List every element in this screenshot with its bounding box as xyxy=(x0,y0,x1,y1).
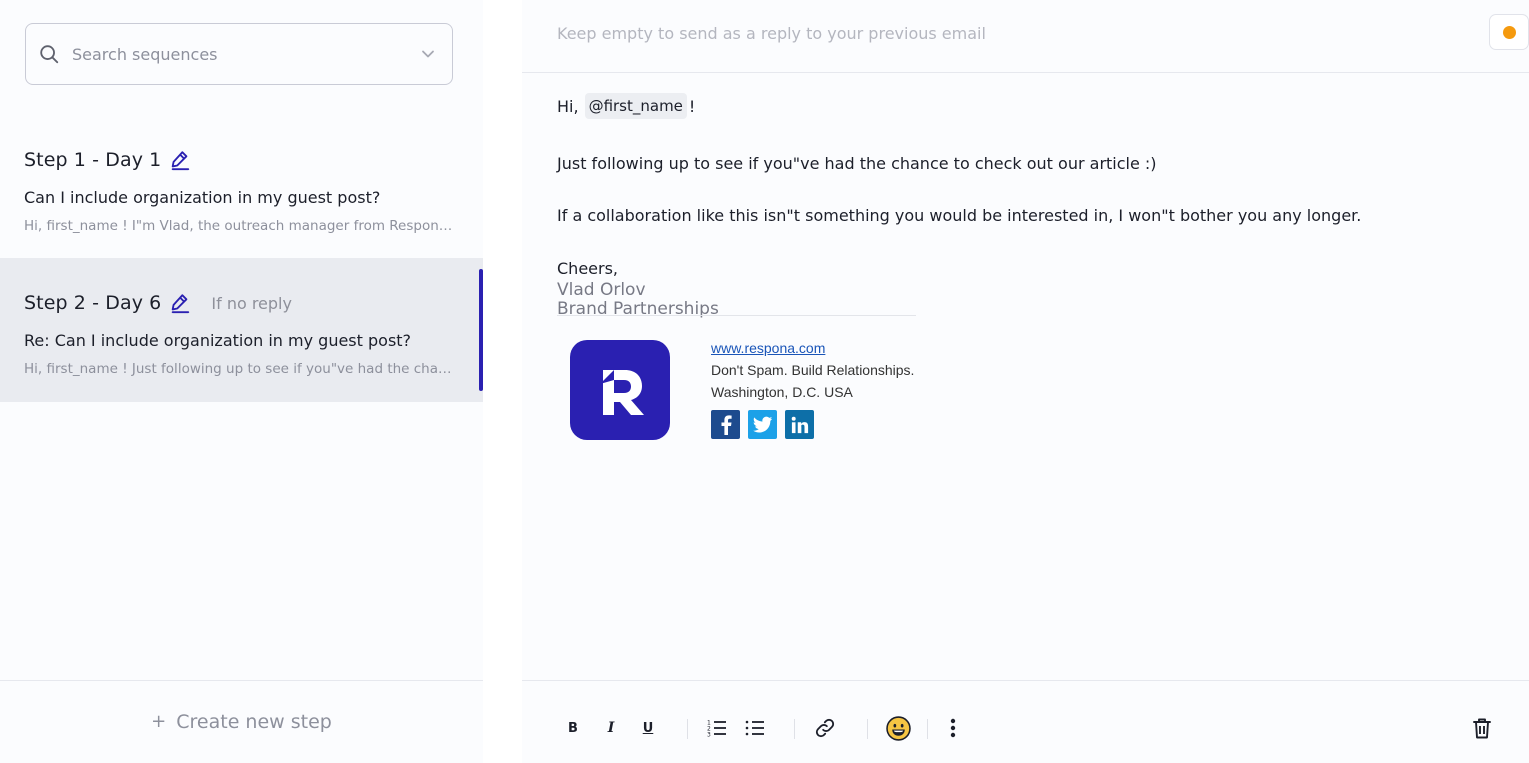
create-new-step-label: Create new step xyxy=(176,711,332,733)
more-vertical-icon xyxy=(950,718,956,738)
toolbar-divider xyxy=(867,719,868,739)
app-root: Step 1 - Day 1 Can I include organizatio… xyxy=(0,0,1529,763)
step-header: Step 2 - Day 6 If no reply xyxy=(24,292,292,314)
chevron-down-icon[interactable] xyxy=(420,46,436,62)
delete-button[interactable] xyxy=(1471,717,1493,739)
status-button[interactable] xyxy=(1489,14,1529,50)
twitter-icon[interactable] xyxy=(748,410,777,439)
sender-role: Brand Partnerships xyxy=(557,299,719,319)
sender-name: Vlad Orlov xyxy=(557,280,646,300)
pencil-icon[interactable] xyxy=(169,149,191,171)
greeting-prefix: Hi, xyxy=(557,96,579,116)
search-input[interactable] xyxy=(72,44,420,64)
respona-logo xyxy=(570,340,670,440)
subject-bar xyxy=(522,0,1529,73)
step-subject: Re: Can I include organization in my gue… xyxy=(24,331,412,350)
toolbar-divider xyxy=(687,719,688,739)
step-subject: Can I include organization in my guest p… xyxy=(24,188,381,207)
social-links xyxy=(711,410,914,439)
plus-icon: + xyxy=(151,710,167,732)
bullet-list-icon xyxy=(745,720,764,736)
emoji-button[interactable] xyxy=(885,715,911,741)
sequence-step-1[interactable]: Step 1 - Day 1 Can I include organizatio… xyxy=(0,115,483,259)
email-editor: Hi, @first_name ! Just following up to s… xyxy=(522,0,1529,763)
website-link[interactable]: www.respona.com xyxy=(711,340,914,362)
sequence-sidebar: Step 1 - Day 1 Can I include organizatio… xyxy=(0,0,483,763)
status-dot-icon xyxy=(1502,25,1516,39)
email-signature: www.respona.com Don't Spam. Build Relati… xyxy=(570,340,930,450)
svg-text:3: 3 xyxy=(707,732,711,738)
signature-tagline: Don't Spam. Build Relationships. xyxy=(711,362,915,378)
linkedin-icon[interactable] xyxy=(785,410,814,439)
italic-button[interactable]: I xyxy=(600,717,622,739)
formatting-toolbar: B I U 1 2 3 xyxy=(522,680,1529,763)
signature-divider xyxy=(557,315,916,316)
sequence-step-2[interactable]: Step 2 - Day 6 If no reply Re: Can I inc… xyxy=(0,258,483,402)
more-options-button[interactable] xyxy=(942,717,964,739)
signature-location: Washington, D.C. USA xyxy=(711,384,853,400)
step-condition: If no reply xyxy=(211,293,292,313)
greeting-line: Hi, @first_name ! xyxy=(557,93,695,119)
underline-button[interactable]: U xyxy=(637,717,659,739)
step-title: Step 1 - Day 1 xyxy=(24,149,162,171)
bullet-list-button[interactable] xyxy=(744,717,766,739)
greeting-suffix: ! xyxy=(688,96,696,116)
create-new-step-button[interactable]: + Create new step xyxy=(0,680,483,763)
respona-r-icon xyxy=(600,370,644,415)
emoji-icon xyxy=(885,715,911,741)
step-title: Step 2 - Day 6 xyxy=(24,292,162,314)
toolbar-divider xyxy=(927,719,928,739)
closing: Cheers, xyxy=(557,259,618,278)
search-icon xyxy=(40,45,59,64)
ordered-list-button[interactable]: 1 2 3 xyxy=(706,717,728,739)
search-sequences[interactable] xyxy=(25,23,453,85)
variable-tag[interactable]: @first_name xyxy=(584,93,687,119)
facebook-icon[interactable] xyxy=(711,410,740,439)
signature-info: www.respona.com Don't Spam. Build Relati… xyxy=(711,340,914,439)
bold-button[interactable]: B xyxy=(562,717,584,739)
link-icon xyxy=(815,718,835,738)
step-preview: Hi, first_name ! Just following up to se… xyxy=(24,361,456,377)
trash-icon xyxy=(1473,718,1491,738)
ordered-list-icon: 1 2 3 xyxy=(707,720,726,738)
paragraph-1: Just following up to see if you"ve had t… xyxy=(557,154,1157,173)
step-preview: Hi, first_name ! I"m Vlad, the outreach … xyxy=(24,218,456,234)
step-header: Step 1 - Day 1 xyxy=(24,149,191,171)
link-button[interactable] xyxy=(814,717,836,739)
paragraph-2: If a collaboration like this isn"t somet… xyxy=(557,206,1362,225)
pencil-icon[interactable] xyxy=(169,292,191,314)
subject-input[interactable] xyxy=(557,20,1437,46)
toolbar-divider xyxy=(794,719,795,739)
